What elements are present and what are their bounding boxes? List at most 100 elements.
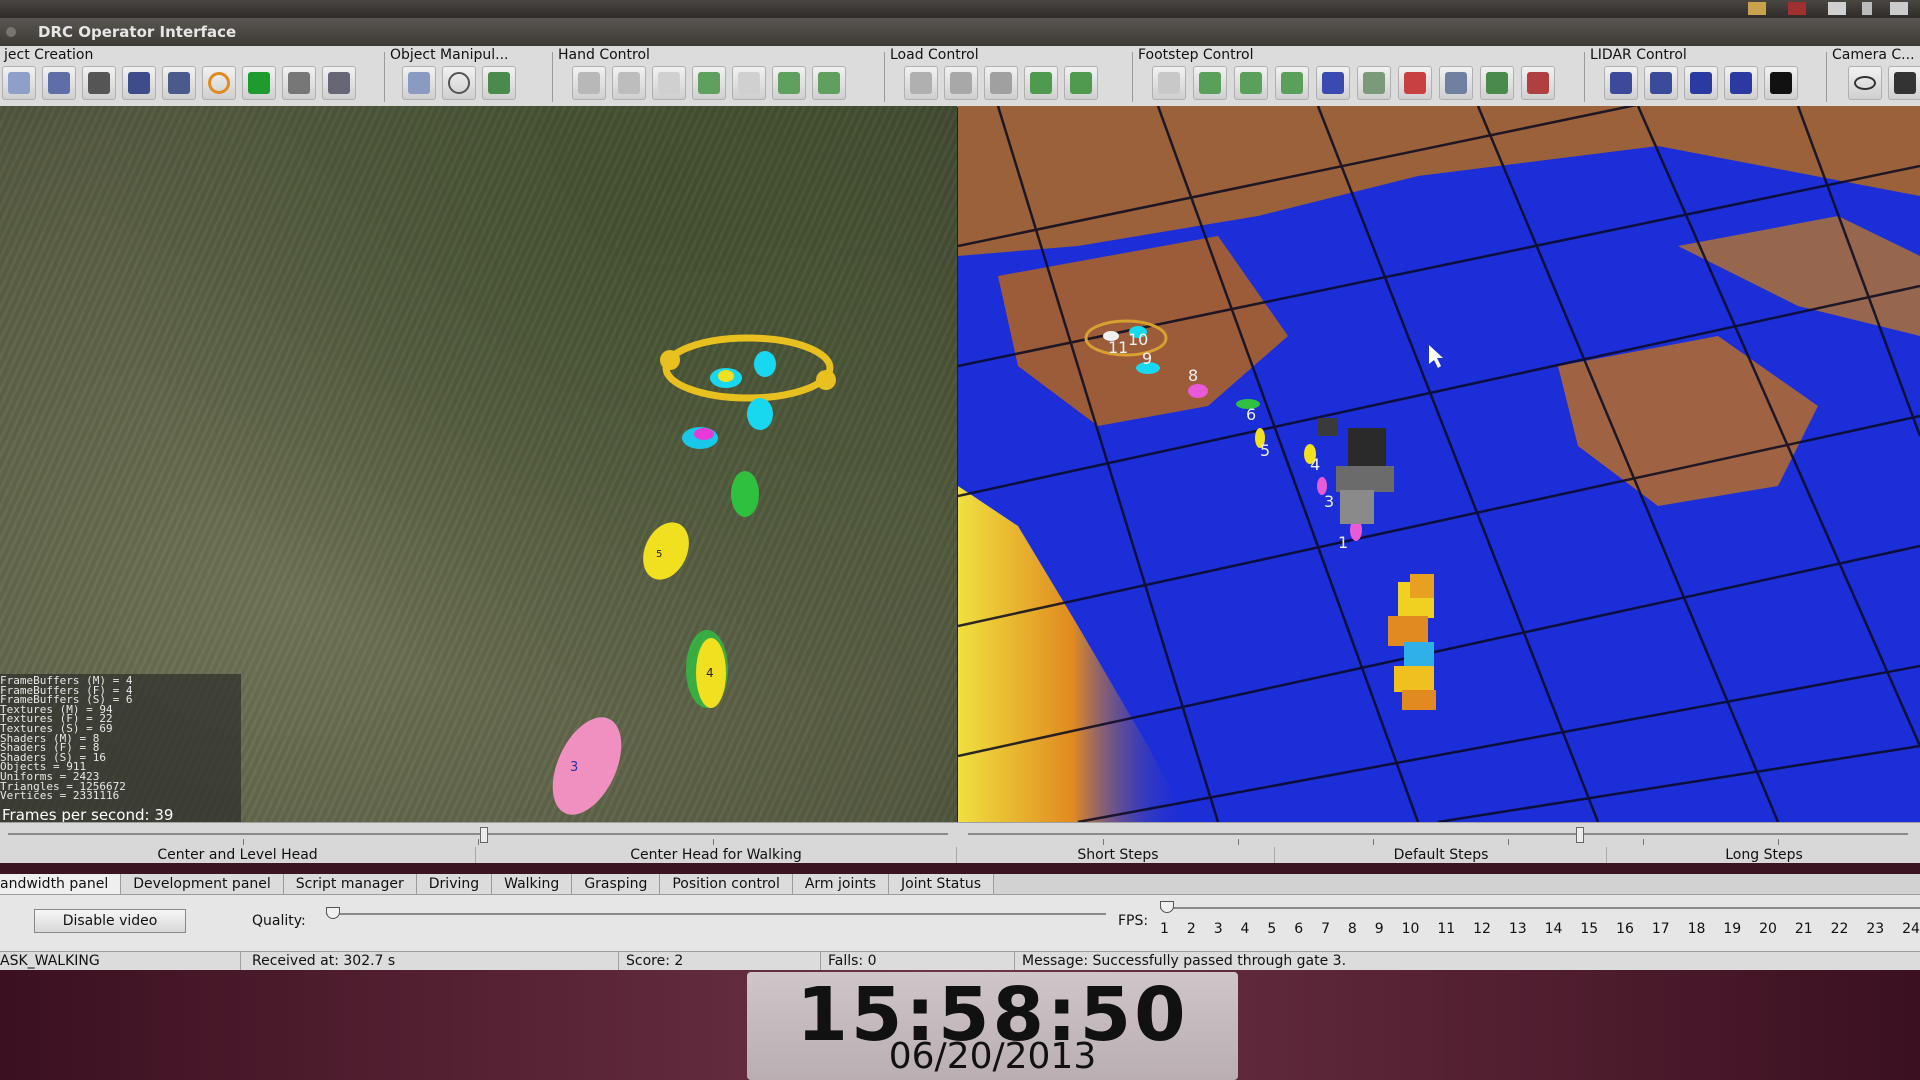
- step-slider-knob[interactable]: [1576, 827, 1584, 843]
- folder-tray-icon[interactable]: [1748, 2, 1766, 15]
- footstep-icon-5[interactable]: [1357, 66, 1391, 100]
- fps-tick-label: 4: [1240, 921, 1250, 937]
- fps-tick-label: 17: [1651, 921, 1670, 937]
- footstep-icon-3[interactable]: [1234, 66, 1268, 100]
- fps-tick-label: 14: [1544, 921, 1563, 937]
- close-icon[interactable]: [6, 27, 16, 37]
- lidar-clear-icon[interactable]: [1644, 66, 1678, 100]
- ring-handle: [816, 370, 836, 390]
- tab-script-manager[interactable]: Script manager: [283, 874, 417, 894]
- fps-tick-label: 15: [1580, 921, 1599, 937]
- fps-slider-knob[interactable]: [1160, 901, 1174, 913]
- toolbar: ject Creation Object Manipul... Hand Con…: [0, 46, 1920, 107]
- fps-tick-label: 9: [1374, 921, 1384, 937]
- footstep-send-icon[interactable]: [1521, 66, 1555, 100]
- footstep-number: 5: [656, 549, 662, 560]
- hand-place-icon[interactable]: [572, 66, 606, 100]
- fps-readout: Frames per second: 39: [2, 806, 174, 822]
- rotate-tool-icon[interactable]: [442, 66, 476, 100]
- lidar-density-icon[interactable]: [1724, 66, 1758, 100]
- footstep-control-group: Footstep Control: [1134, 46, 1584, 106]
- tab-driving[interactable]: Driving: [416, 874, 493, 894]
- hand-place-icon-2[interactable]: [812, 66, 846, 100]
- head-slider-knob[interactable]: [480, 827, 488, 843]
- footstep-marker: [718, 370, 734, 382]
- fps-slider[interactable]: 1 2 3 4 5 6 7 8 9 10 11 12 13 14 15 16 17 18 19 20 21 22 23 24: [1160, 899, 1920, 949]
- move-tool-icon[interactable]: [402, 66, 436, 100]
- camera-control-group: Camera C...: [1828, 46, 1920, 106]
- cube-tool-icon[interactable]: [242, 66, 276, 100]
- fps-tick-label: 19: [1723, 921, 1742, 937]
- box-tool-icon[interactable]: [42, 66, 76, 100]
- tab-joint-status[interactable]: Joint Status: [889, 874, 995, 894]
- footstep-clear-icon[interactable]: [1398, 66, 1432, 100]
- hand-close-icon-2[interactable]: [772, 66, 806, 100]
- camera-icon[interactable]: [1888, 66, 1920, 100]
- fps-tick-label: 8: [1347, 921, 1357, 937]
- footstep-loop-icon[interactable]: [1480, 66, 1514, 100]
- tab-walking[interactable]: Walking: [492, 874, 573, 894]
- fps-tick-label: 11: [1437, 921, 1456, 937]
- wrench-tool-icon[interactable]: [282, 66, 316, 100]
- footstep-marker: [694, 428, 714, 440]
- load-icon-4[interactable]: [1024, 66, 1058, 100]
- quality-slider[interactable]: [326, 907, 1106, 927]
- mail-tray-icon[interactable]: [1828, 2, 1846, 15]
- task-status: ASK_WALKING: [0, 952, 241, 971]
- hand-close-icon[interactable]: [612, 66, 646, 100]
- ring-tool-icon[interactable]: [202, 66, 236, 100]
- lidar-dark-icon[interactable]: [1764, 66, 1798, 100]
- valve-tool-icon[interactable]: [322, 66, 356, 100]
- network-tray-icon[interactable]: [1890, 2, 1908, 15]
- footstep-marker: [552, 717, 622, 815]
- vehicle-tool-icon[interactable]: [122, 66, 156, 100]
- record-tray-icon[interactable]: [1788, 2, 1806, 15]
- lidar-display-icon[interactable]: [1684, 66, 1718, 100]
- center-head-walking-button[interactable]: Center Head for Walking: [476, 847, 957, 863]
- footstep-icon-2[interactable]: [1193, 66, 1227, 100]
- fps-tick-label: 1: [1160, 921, 1169, 937]
- default-steps-button[interactable]: Default Steps: [1276, 847, 1607, 863]
- align-tool-icon[interactable]: [482, 66, 516, 100]
- short-steps-button[interactable]: Short Steps: [962, 847, 1275, 863]
- fps-tick-label: 18: [1687, 921, 1706, 937]
- select-tool-icon[interactable]: [2, 66, 36, 100]
- load-icon-3[interactable]: [984, 66, 1018, 100]
- tab-arm-joints[interactable]: Arm joints: [792, 874, 890, 894]
- grid-tool-icon[interactable]: [82, 66, 116, 100]
- status-bar: ASK_WALKING Received at: 302.7 s Score: …: [0, 951, 1920, 971]
- tab-position-control[interactable]: Position control: [660, 874, 793, 894]
- footstep-points-icon[interactable]: [1316, 66, 1350, 100]
- step-length-slider[interactable]: [968, 827, 1908, 849]
- bluetooth-tray-icon[interactable]: [1862, 2, 1872, 15]
- footstep-snap-icon[interactable]: [1439, 66, 1473, 100]
- hand-blank-icon[interactable]: [652, 66, 686, 100]
- footstep-number: 3: [570, 760, 578, 775]
- head-slider[interactable]: [8, 827, 948, 849]
- footstep-icon[interactable]: [1152, 66, 1186, 100]
- hand-blank-icon-2[interactable]: [732, 66, 766, 100]
- disable-video-button[interactable]: Disable video: [34, 909, 186, 933]
- tab-bandwidth[interactable]: andwidth panel: [0, 874, 122, 894]
- fps-tick-label: 23: [1866, 921, 1885, 937]
- tab-development[interactable]: Development panel: [121, 874, 284, 894]
- lidar-map-view[interactable]: 1 3 4 5 6 8 9 10 11: [958, 106, 1920, 822]
- quality-slider-knob[interactable]: [326, 907, 340, 919]
- long-steps-button[interactable]: Long Steps: [1608, 847, 1920, 863]
- update-tool-icon[interactable]: [162, 66, 196, 100]
- camera-view[interactable]: 3 4 5 FrameBuffers (M) = 4 FrameBuffers (…: [0, 106, 957, 822]
- eye-icon[interactable]: [1848, 66, 1882, 100]
- os-top-bar: [0, 0, 1920, 18]
- hand-home-icon[interactable]: [692, 66, 726, 100]
- center-level-head-button[interactable]: Center and Level Head: [0, 847, 476, 863]
- load-icon-2[interactable]: [944, 66, 978, 100]
- falls: Falls: 0: [824, 952, 1015, 971]
- bandwidth-panel: Disable video Quality: FPS: 1 2 3 4 5 6 7 8 9 10 1…: [0, 895, 1920, 951]
- tab-grasping[interactable]: Grasping: [572, 874, 661, 894]
- lidar-icon[interactable]: [1604, 66, 1638, 100]
- load-icon[interactable]: [904, 66, 938, 100]
- load-icon-5[interactable]: [1064, 66, 1098, 100]
- divider: [552, 52, 553, 102]
- footstep-icon-4[interactable]: [1275, 66, 1309, 100]
- fps-tick-label: 22: [1830, 921, 1849, 937]
